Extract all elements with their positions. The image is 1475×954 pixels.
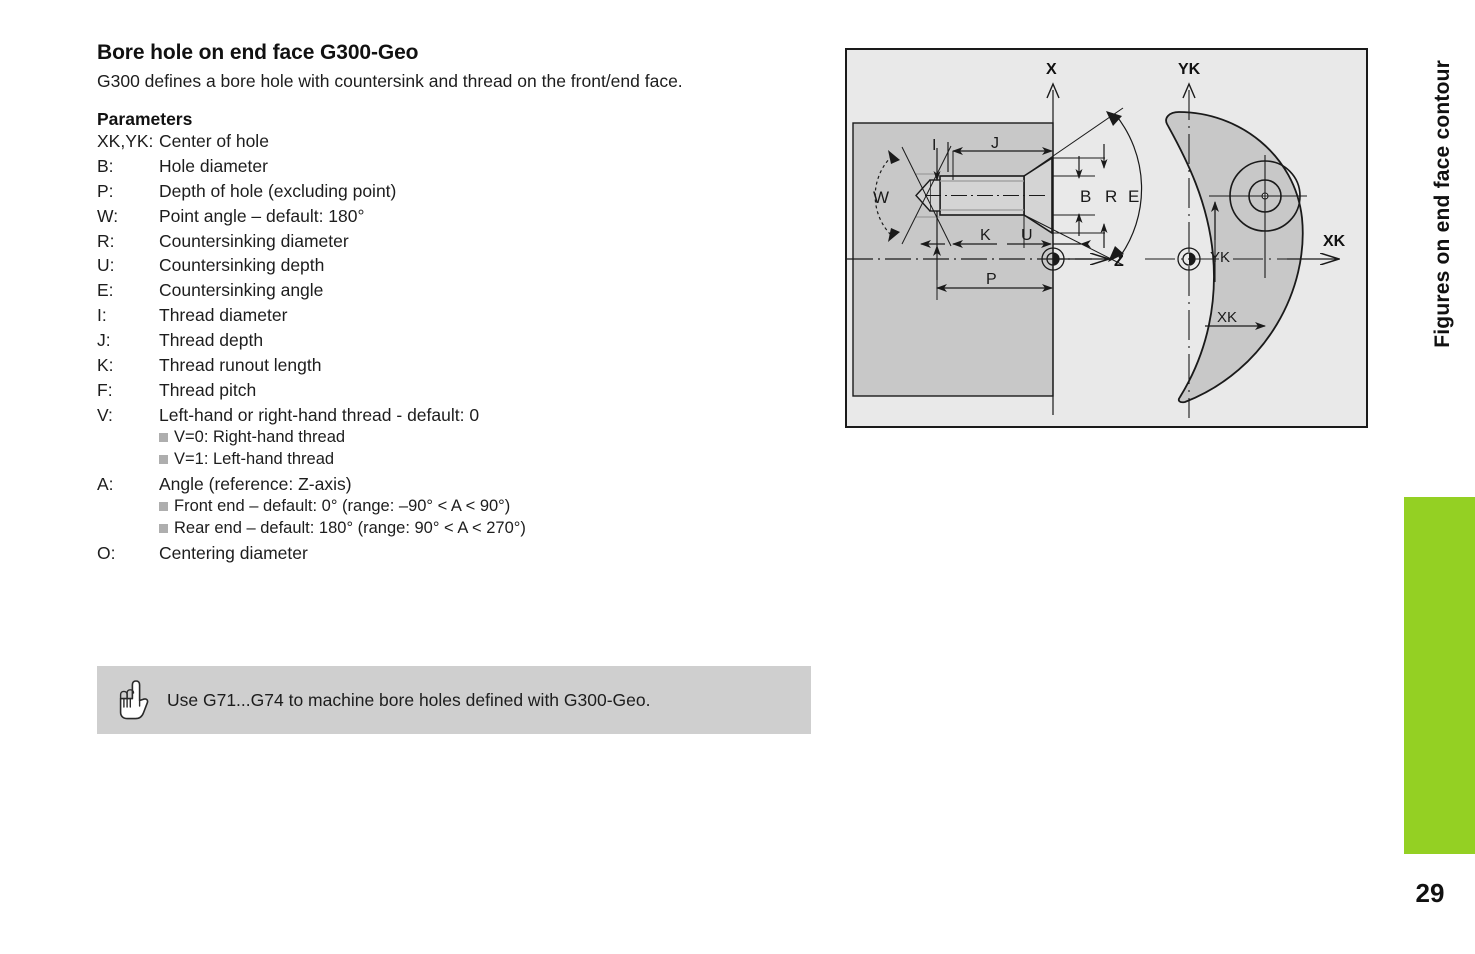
parameter-description: Countersinking depth	[159, 255, 325, 276]
parameter-subitem-text: V=0: Right-hand thread	[174, 427, 346, 446]
parameter-value: Centering diameter	[159, 542, 817, 565]
square-bullet-icon	[159, 454, 168, 464]
parameter-key: P:	[97, 180, 114, 201]
svg-text:R: R	[1105, 187, 1117, 206]
parameter-key: F:	[97, 380, 113, 401]
parameter-row: B: Hole diameter	[97, 155, 817, 178]
end-face-view: YK XK YK XK	[1145, 61, 1346, 418]
parameter-description: Thread runout length	[159, 355, 322, 376]
svg-text:I: I	[932, 137, 936, 154]
parameter-row: U: Countersinking depth	[97, 254, 817, 277]
parameter-value: Thread pitch	[159, 379, 817, 402]
parameter-key: I:	[97, 305, 107, 326]
parameter-row: A: Angle (reference: Z-axis) Front end – d…	[97, 473, 817, 540]
parameter-list: XK,YK: Center of hole B: Hole diameter P: Dep…	[97, 130, 817, 565]
parameter-key: W:	[97, 205, 119, 226]
parameter-row: J: Thread depth	[97, 329, 817, 352]
svg-text:W: W	[873, 188, 889, 207]
parameter-description: Thread depth	[159, 330, 264, 351]
parameter-subitem: V=1: Left-hand thread	[159, 449, 817, 471]
parameter-value: Countersinking depth	[159, 254, 817, 277]
svg-text:XK: XK	[1323, 233, 1346, 250]
parameter-row: V: Left-hand or right-hand thread - defau…	[97, 404, 817, 471]
parameter-value: Depth of hole (excluding point)	[159, 180, 817, 203]
parameter-row: XK,YK: Center of hole	[97, 130, 817, 153]
note-box: Use G71...G74 to machine bore holes defi…	[97, 666, 811, 734]
parameter-key: R:	[97, 230, 115, 251]
svg-text:P: P	[986, 271, 997, 288]
parameter-value: Hole diameter	[159, 155, 817, 178]
parameter-description: Countersinking diameter	[159, 230, 349, 251]
parameter-value: Center of hole	[159, 130, 817, 153]
svg-text:YK: YK	[1178, 61, 1201, 78]
parameter-row: I: Thread diameter	[97, 304, 817, 327]
parameter-description: Hole diameter	[159, 155, 268, 176]
parameter-value: Angle (reference: Z-axis) Front end – def…	[159, 473, 817, 540]
parameter-row: E: Countersinking angle	[97, 279, 817, 302]
svg-text:J: J	[991, 135, 999, 152]
parameter-row: P: Depth of hole (excluding point)	[97, 180, 817, 203]
svg-text:E: E	[1128, 187, 1139, 206]
parameter-subitem-text: Front end – default: 0° (range: –90° < A…	[174, 496, 511, 515]
parameter-key: E:	[97, 280, 114, 301]
square-bullet-icon	[159, 432, 168, 442]
parameter-value: Countersinking diameter	[159, 230, 817, 253]
square-bullet-icon	[159, 523, 168, 533]
chapter-color-tab	[1404, 497, 1475, 854]
parameter-sublist: Front end – default: 0° (range: –90° < A…	[159, 496, 817, 540]
parameter-description: Thread pitch	[159, 380, 257, 401]
parameter-value: Countersinking angle	[159, 279, 817, 302]
svg-text:U: U	[1021, 227, 1033, 244]
parameter-sublist: V=0: Right-hand thread V=1: Left-hand thr…	[159, 427, 817, 471]
parameter-key: U:	[97, 255, 115, 276]
content-column: Bore hole on end face G300-Geo G300 defi…	[97, 41, 817, 565]
parameter-row: R: Countersinking diameter	[97, 230, 817, 253]
parameter-description: Thread diameter	[159, 305, 288, 326]
intro-paragraph: G300 defines a bore hole with countersin…	[97, 70, 683, 91]
parameter-key: B:	[97, 155, 114, 176]
parameter-description: Point angle – default: 180°	[159, 205, 365, 226]
section-side-label-text: Figures on end face contour	[1431, 60, 1454, 348]
parameter-row: W: Point angle – default: 180°	[97, 205, 817, 228]
parameter-subitem-text: V=1: Left-hand thread	[174, 449, 335, 468]
section-view: X Z W I J B R E K U P	[847, 61, 1143, 415]
parameters-heading: Parameters	[97, 108, 193, 129]
square-bullet-icon	[159, 501, 168, 511]
section-side-label: Figures on end face contour	[1423, 60, 1463, 480]
parameter-row: K: Thread runout length	[97, 354, 817, 377]
parameter-value: Thread diameter	[159, 304, 817, 327]
pointing-hand-icon	[107, 677, 159, 723]
parameter-value: Thread depth	[159, 329, 817, 352]
parameter-subitem-text: Rear end – default: 180° (range: 90° < A…	[174, 518, 526, 537]
parameter-key: J:	[97, 330, 111, 351]
note-text: Use G71...G74 to machine bore holes defi…	[167, 689, 651, 710]
parameter-key: K:	[97, 355, 114, 376]
parameter-description: Left-hand or right-hand thread - default…	[159, 405, 480, 425]
parameter-key: XK,YK:	[97, 130, 154, 151]
figure-bore-hole-diagram: X Z W I J B R E K U P YK XK YK XK	[845, 48, 1368, 428]
parameter-value: Thread runout length	[159, 354, 817, 377]
parameter-subitem: Rear end – default: 180° (range: 90° < A…	[159, 518, 817, 540]
parameter-value: Left-hand or right-hand thread - default…	[159, 404, 817, 471]
svg-text:XK: XK	[1217, 309, 1237, 326]
parameter-subitem: V=0: Right-hand thread	[159, 427, 817, 449]
page-title: Bore hole on end face G300-Geo	[97, 41, 419, 64]
svg-text:YK: YK	[1210, 249, 1230, 266]
parameter-description: Angle (reference: Z-axis)	[159, 473, 352, 494]
svg-text:B: B	[1080, 187, 1091, 206]
parameter-key: A:	[97, 473, 114, 494]
parameter-value: Point angle – default: 180°	[159, 205, 817, 228]
parameter-key: O:	[97, 542, 116, 563]
parameter-description: Countersinking angle	[159, 280, 324, 301]
parameter-row: F: Thread pitch	[97, 379, 817, 402]
parameter-description: Centering diameter	[159, 542, 308, 563]
parameter-description: Depth of hole (excluding point)	[159, 180, 397, 201]
parameter-description: Center of hole	[159, 130, 269, 151]
svg-text:X: X	[1046, 61, 1057, 78]
svg-text:K: K	[980, 227, 991, 244]
parameter-subitem: Front end – default: 0° (range: –90° < A…	[159, 496, 817, 518]
page-number: 29	[1415, 878, 1445, 908]
parameter-key: V:	[97, 405, 113, 425]
parameter-row: O: Centering diameter	[97, 542, 817, 565]
